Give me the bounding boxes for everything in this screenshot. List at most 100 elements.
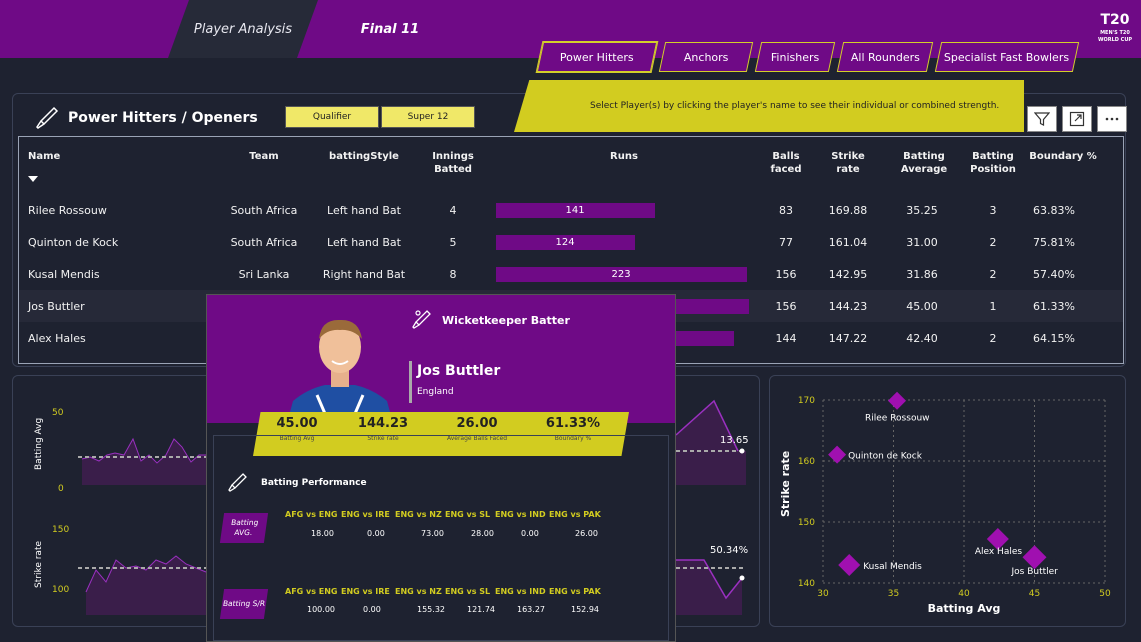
segment-label: Power Hitters	[560, 50, 634, 64]
runs-value: 223	[611, 269, 631, 280]
batting-sr-tag: Batting S/R	[219, 589, 269, 619]
point-label: Kusal Mendis	[863, 562, 922, 572]
player-name-cell[interactable]: Quinton de Kock	[28, 226, 188, 258]
avg-match-header: AFG vs ENG	[285, 510, 338, 519]
team-cell: Sri Lanka	[238, 267, 290, 281]
point-label: Quinton de Kock	[848, 452, 923, 462]
batting-position-cell: 3	[989, 203, 997, 217]
runs-value: 124	[555, 237, 575, 248]
segment-finishers[interactable]: Finishers	[754, 42, 836, 72]
cricket-bat-icon	[228, 473, 247, 492]
avg-axis-label: Batting Avg	[34, 417, 44, 470]
balls-cell: 156	[775, 299, 797, 313]
boundary-cell: 75.81%	[1033, 235, 1075, 249]
svg-text:MEN'S T20: MEN'S T20	[1100, 30, 1130, 36]
performance-title: Batting Performance	[261, 478, 367, 488]
stat-value: 45.00	[276, 416, 318, 431]
col-header-team[interactable]: Team	[234, 150, 294, 163]
player-country: England	[417, 387, 454, 397]
player-name-cell[interactable]: Rilee Rossouw	[28, 194, 188, 226]
more-options-button[interactable]	[1097, 106, 1127, 132]
data-point	[888, 391, 907, 410]
team-cell: South Africa	[230, 203, 298, 217]
tab-player-analysis[interactable]: Player Analysis	[168, 0, 318, 58]
col-header-strike-rate[interactable]: Strike rate	[823, 150, 873, 176]
avg-match-value: 73.00	[421, 529, 444, 538]
x-axis-label: Batting Avg	[928, 602, 1001, 615]
batting-avg-tag: Batting AVG.	[219, 513, 269, 543]
col-header-balls[interactable]: Balls faced	[761, 150, 811, 176]
avg-match-header: ENG vs NZ	[395, 510, 442, 519]
segment-label: Anchors	[683, 50, 729, 64]
batting-average-cell: 31.86	[906, 267, 938, 281]
avg-sparkline-left	[78, 437, 208, 485]
data-point	[838, 554, 861, 577]
batting-average-cell: 35.25	[906, 203, 938, 217]
strike-rate-cell: 142.95	[828, 267, 868, 281]
boundary-cell: 61.33%	[1033, 299, 1075, 313]
balls-cell: 77	[779, 235, 793, 249]
batting-position-cell: 2	[989, 267, 997, 281]
innings-cell: 8	[449, 267, 457, 281]
col-header-innings[interactable]: Innings Batted	[423, 150, 483, 176]
segment-label: All Rounders	[850, 50, 920, 64]
segment-power-hitters[interactable]: Power Hitters	[536, 42, 658, 72]
filter-button[interactable]	[1027, 106, 1057, 132]
y-tick-label: 140	[798, 579, 815, 589]
x-tick-label: 30	[817, 589, 829, 599]
avg-match-value: 18.00	[311, 529, 334, 538]
data-point	[1022, 545, 1047, 570]
stat-value: 26.00	[456, 416, 498, 431]
table-row[interactable]: Rilee Rossouw South Africa Left hand Bat 4 8…	[19, 194, 1123, 226]
col-header-boundary[interactable]: Boundary %	[1023, 150, 1103, 163]
panel-title: Power Hitters / Openers	[68, 110, 258, 126]
player-name-cell[interactable]: Kusal Mendis	[28, 258, 188, 290]
x-tick-label: 40	[958, 589, 970, 599]
player-photo	[287, 319, 393, 423]
sort-desc-icon[interactable]	[28, 176, 38, 182]
col-header-runs[interactable]: Runs	[589, 150, 659, 163]
point-label: Alex Hales	[975, 547, 1023, 557]
filter-label: Super 12	[407, 112, 449, 122]
expand-button[interactable]	[1062, 106, 1092, 132]
avg-tick-0: 0	[58, 484, 64, 494]
trophy-icon: T20 MEN'S T20 WORLD CUP	[1098, 12, 1132, 43]
player-name-cell[interactable]: Jos Buttler	[28, 290, 188, 322]
expand-icon	[1069, 111, 1085, 127]
batting-average-cell: 45.00	[906, 299, 938, 313]
col-header-name[interactable]: Name	[28, 150, 60, 163]
sr-match-value: 0.00	[363, 605, 381, 614]
y-tick-label: 160	[798, 457, 815, 467]
x-tick-label: 45	[1029, 589, 1040, 599]
sr-match-value: 100.00	[307, 605, 335, 614]
filter-qualifier-button[interactable]: Qualifier	[285, 106, 379, 128]
table-row[interactable]: Quinton de Kock South Africa Left hand Bat…	[19, 226, 1123, 258]
segment-all-rounders[interactable]: All Rounders	[836, 42, 934, 72]
tab-final-11[interactable]: Final 11	[330, 0, 450, 58]
innings-cell: 5	[449, 235, 457, 249]
segment-label: Finishers	[770, 50, 820, 64]
avg-match-header: ENG vs SL	[445, 510, 491, 519]
strike-rate-cell: 147.22	[828, 331, 868, 345]
player-name-cell[interactable]: Alex Hales	[28, 322, 188, 354]
avg-tick-50: 50	[52, 408, 64, 418]
scatter-chart: 30 35 40 45 50 170 160 150 140 Batting Avg Strike …	[779, 391, 1111, 615]
svg-text:WORLD CUP: WORLD CUP	[1098, 37, 1132, 43]
strike-rate-cell: 169.88	[828, 203, 868, 217]
sr-tick-100: 100	[52, 585, 70, 595]
filter-icon	[1034, 112, 1050, 126]
strike-rate-cell: 144.23	[828, 299, 868, 313]
table-row[interactable]: Kusal Mendis Sri Lanka Right hand Bat 8 156 1…	[19, 258, 1123, 290]
stat-value: 144.23	[357, 416, 409, 431]
avg-match-header: ENG vs IRE	[341, 510, 390, 519]
tag-label: Batting AVG.	[230, 518, 260, 537]
col-header-batting-average[interactable]: Batting Average	[889, 150, 959, 176]
segment-anchors[interactable]: Anchors	[658, 42, 754, 72]
col-header-batting-position[interactable]: Batting Position	[963, 150, 1023, 176]
col-header-batting-style[interactable]: battingStyle	[319, 150, 409, 163]
segment-specialist-fast-bowlers[interactable]: Specialist Fast Bowlers	[934, 42, 1080, 72]
sr-sparkline-left	[78, 555, 208, 615]
more-icon	[1105, 117, 1119, 121]
boundary-cell: 64.15%	[1033, 331, 1075, 345]
filter-super12-button[interactable]: Super 12	[381, 106, 475, 128]
